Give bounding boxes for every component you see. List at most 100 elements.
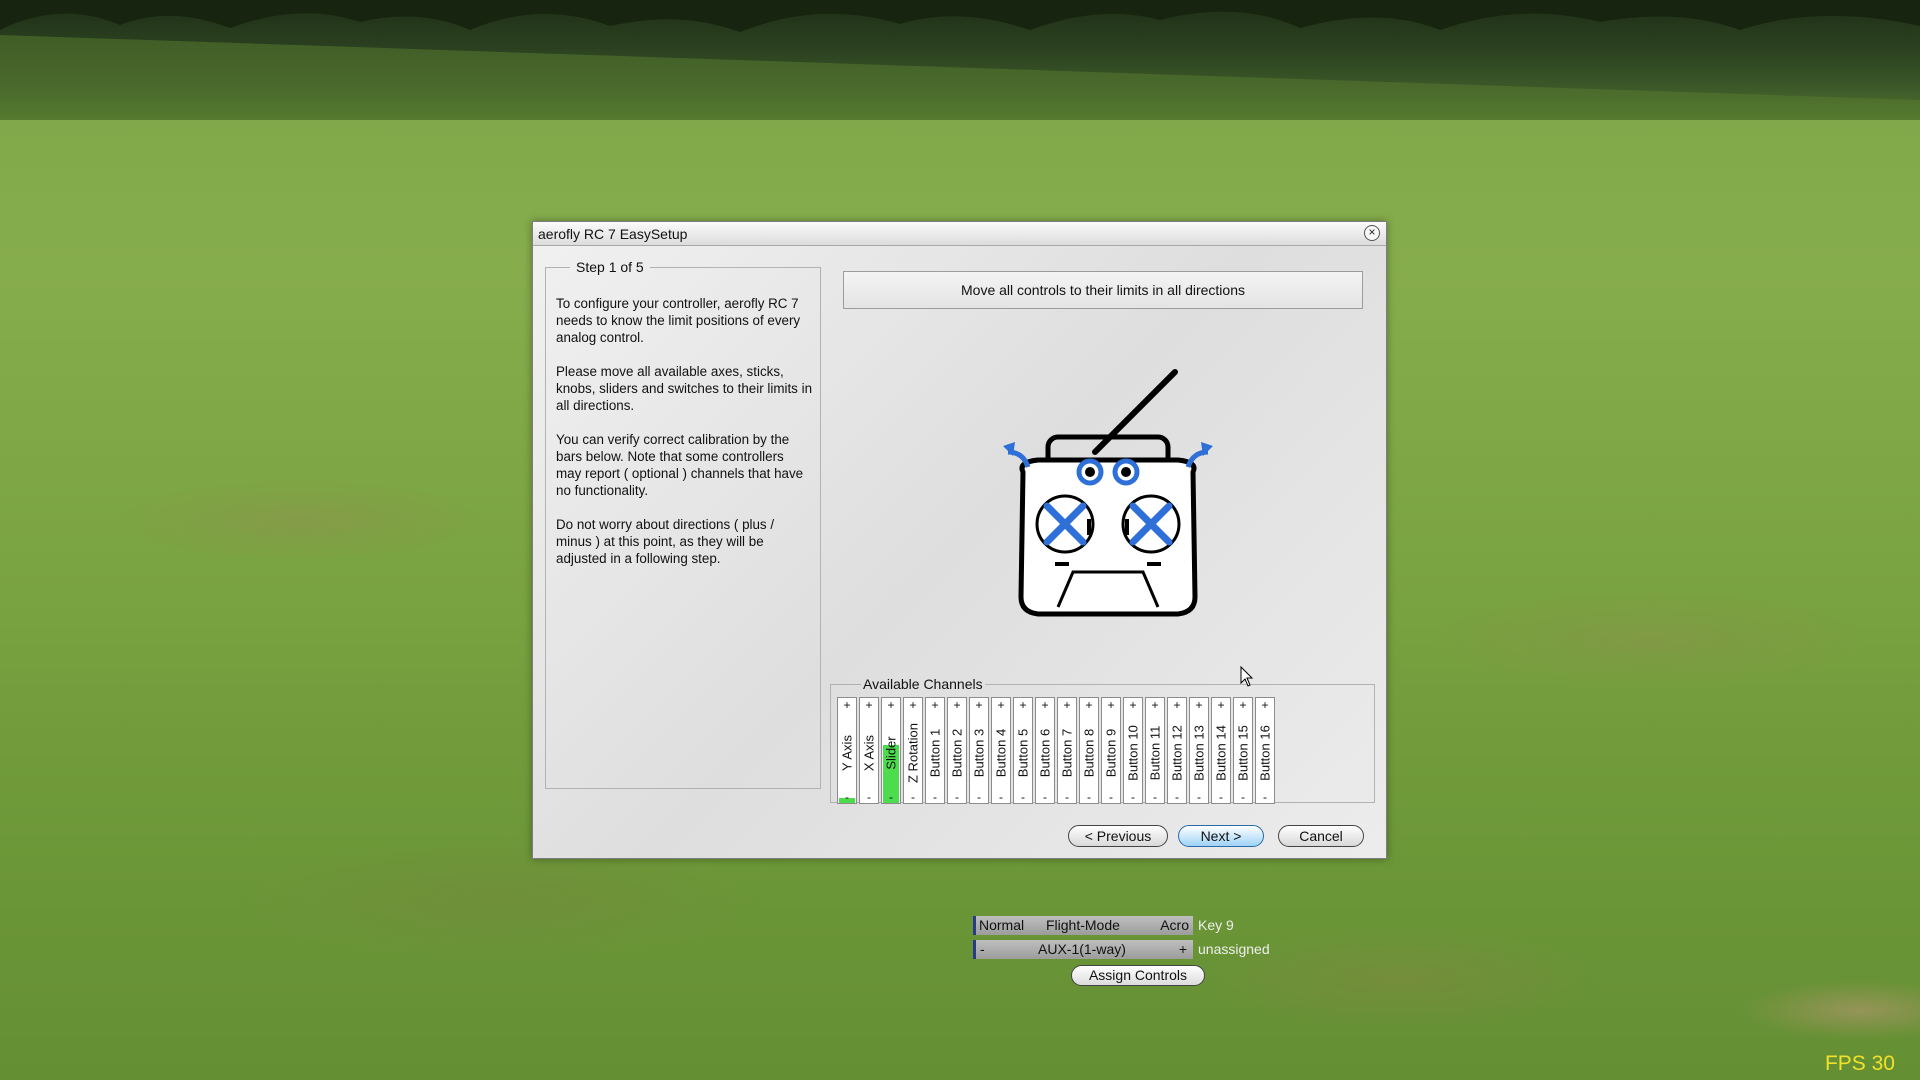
channels-legend: Available Channels: [863, 676, 983, 692]
channel-minus: -: [1109, 790, 1113, 804]
flight-mode-left: Normal: [979, 917, 1025, 933]
channel-minus: -: [1131, 790, 1135, 804]
rc-controller-illustration: [1003, 369, 1213, 617]
close-icon[interactable]: ×: [1364, 225, 1380, 241]
channel-label: Button 5: [1015, 728, 1031, 778]
channel-plus: +: [843, 698, 851, 712]
aux-key: unassigned: [1198, 941, 1270, 957]
channel-minus: -: [1241, 790, 1245, 804]
channel-minus: -: [889, 790, 893, 804]
channel-plus: +: [931, 698, 939, 712]
channel-plus: +: [975, 698, 983, 712]
channel-bar: + Button 2 -: [947, 697, 967, 804]
channel-bar: + X Axis -: [859, 697, 879, 804]
channel-label: Button 2: [949, 728, 965, 778]
channel-bar: + Button 14 -: [1211, 697, 1231, 804]
channel-label: Button 3: [971, 728, 987, 778]
flight-mode-right: Acro: [1160, 917, 1189, 933]
channel-label: Button 9: [1103, 728, 1119, 778]
channel-bar: + Slider -: [881, 697, 901, 804]
channel-label: Button 8: [1081, 728, 1097, 778]
assign-controls-button[interactable]: Assign Controls: [1071, 965, 1205, 986]
easysetup-dialog: aerofly RC 7 EasySetup × Step 1 of 5 To …: [532, 221, 1387, 859]
instruction-banner: Move all controls to their limits in all…: [843, 271, 1363, 309]
channel-label: Button 12: [1169, 725, 1185, 781]
channel-minus: -: [955, 790, 959, 804]
flight-mode-label: Flight-Mode: [1046, 917, 1120, 933]
channel-plus: +: [1151, 698, 1159, 712]
next-button[interactable]: Next >: [1178, 825, 1264, 847]
channel-minus: -: [1175, 790, 1179, 804]
aux-selector[interactable]: - AUX-1(1-way) +: [973, 940, 1193, 959]
channel-plus: +: [1217, 698, 1225, 712]
mouse-cursor-icon: [1240, 666, 1254, 687]
channel-label: Z Rotation: [905, 723, 921, 783]
channel-bar: + Button 16 -: [1255, 697, 1275, 804]
channel-minus: -: [1153, 790, 1157, 804]
channel-bar: + Z Rotation -: [903, 697, 923, 804]
channel-plus: +: [1041, 698, 1049, 712]
channel-label: Button 15: [1235, 725, 1251, 781]
channel-label: Button 1: [927, 728, 943, 778]
step-paragraph: Please move all available axes, sticks, …: [556, 364, 813, 413]
channel-plus: +: [953, 698, 961, 712]
previous-button[interactable]: < Previous: [1068, 825, 1168, 847]
channel-plus: +: [1195, 698, 1203, 712]
channel-plus: +: [1239, 698, 1247, 712]
channel-label: Button 16: [1257, 725, 1273, 781]
channel-bars: + Y Axis - + X Axis - + Slider - + Z Rotation - + But…: [837, 697, 1277, 804]
step-panel: Step 1 of 5 To configure your controller…: [545, 259, 821, 789]
channel-plus: +: [1085, 698, 1093, 712]
channel-minus: -: [867, 790, 871, 804]
step-paragraph: You can verify correct calibration by th…: [556, 432, 804, 498]
aux-label: AUX-1(1-way): [1038, 941, 1126, 957]
channel-bar: + Button 5 -: [1013, 697, 1033, 804]
dialog-title: aerofly RC 7 EasySetup: [538, 226, 688, 242]
channel-bar: + Button 7 -: [1057, 697, 1077, 804]
channel-minus: -: [1043, 790, 1047, 804]
step-description: To configure your controller, aerofly RC…: [556, 295, 812, 584]
dialog-titlebar: aerofly RC 7 EasySetup ×: [533, 222, 1386, 246]
channel-minus: -: [1065, 790, 1069, 804]
channel-minus: -: [933, 790, 937, 804]
channel-minus: -: [1263, 790, 1267, 804]
channel-label: Button 13: [1191, 725, 1207, 781]
channel-minus: -: [845, 790, 849, 804]
channel-minus: -: [977, 790, 981, 804]
channel-label: Button 10: [1125, 725, 1141, 781]
channel-plus: +: [1019, 698, 1027, 712]
tree-line: [0, 0, 1920, 120]
channel-plus: +: [1107, 698, 1115, 712]
channel-plus: +: [1063, 698, 1071, 712]
channel-bar: + Button 11 -: [1145, 697, 1165, 804]
channel-minus: -: [1087, 790, 1091, 804]
channel-bar: + Button 8 -: [1079, 697, 1099, 804]
channel-label: Button 11: [1147, 725, 1163, 781]
channel-plus: +: [909, 698, 917, 712]
channel-bar: + Button 12 -: [1167, 697, 1187, 804]
step-paragraph: To configure your controller, aerofly RC…: [556, 296, 801, 345]
channel-bar: + Button 1 -: [925, 697, 945, 804]
channel-bar: + Button 4 -: [991, 697, 1011, 804]
step-label: Step 1 of 5: [576, 259, 644, 275]
cancel-button[interactable]: Cancel: [1278, 825, 1364, 847]
channel-bar: + Button 15 -: [1233, 697, 1253, 804]
channel-plus: +: [1173, 698, 1181, 712]
channel-bar: + Button 6 -: [1035, 697, 1055, 804]
channel-label: Button 14: [1213, 725, 1229, 781]
channel-bar: + Button 3 -: [969, 697, 989, 804]
channel-plus: +: [887, 698, 895, 712]
channel-plus: +: [1129, 698, 1137, 712]
channel-plus: +: [997, 698, 1005, 712]
channel-label: Button 4: [993, 728, 1009, 778]
channel-minus: -: [999, 790, 1003, 804]
channel-label: X Axis: [861, 734, 877, 772]
channel-label: Button 6: [1037, 728, 1053, 778]
channel-label: Slider: [883, 736, 899, 770]
fps-counter: FPS 30: [1824, 1052, 1895, 1075]
aux-minus: -: [980, 941, 985, 957]
channel-minus: -: [1219, 790, 1223, 804]
channel-bar: + Button 13 -: [1189, 697, 1209, 804]
flight-mode-selector[interactable]: Normal Flight-Mode Acro: [973, 916, 1193, 935]
channel-bar: + Button 9 -: [1101, 697, 1121, 804]
